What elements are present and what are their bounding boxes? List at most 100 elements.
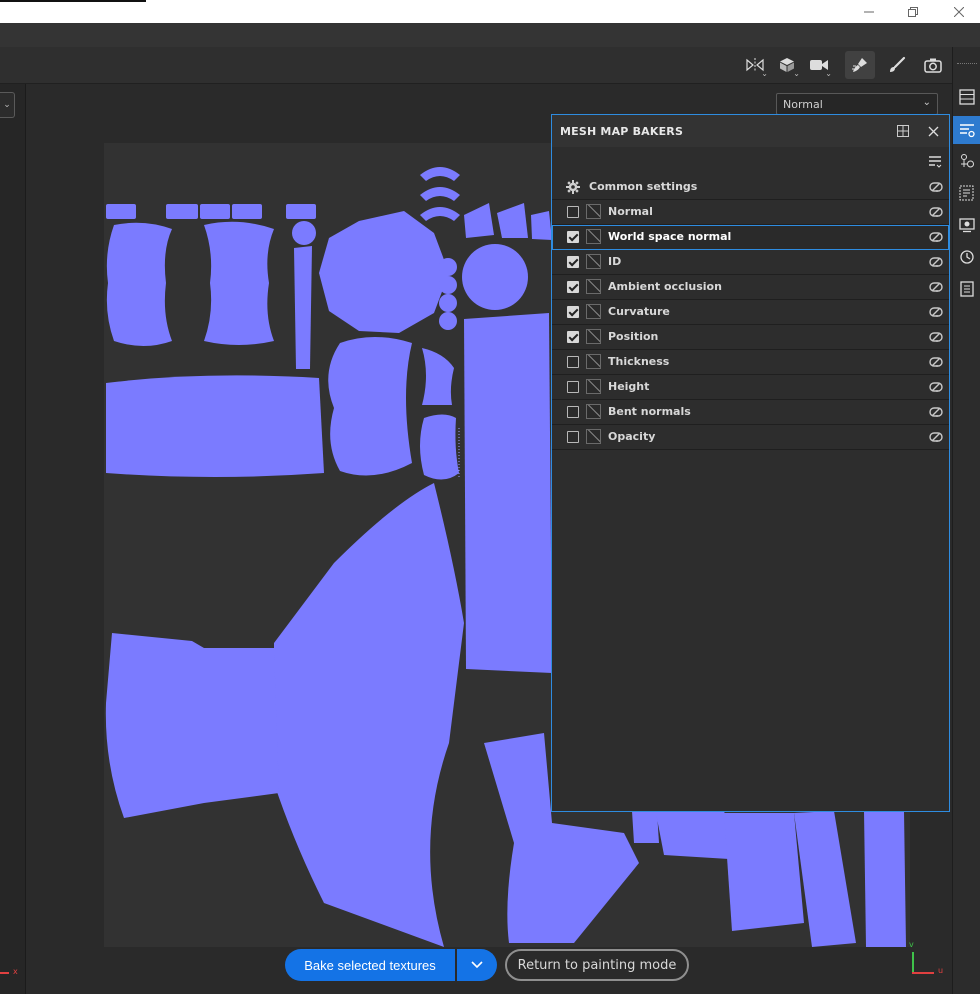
dock-grip[interactable] (957, 63, 977, 67)
window-title-bar (0, 0, 980, 23)
left-dropdown[interactable]: ⌄ (0, 92, 15, 118)
link-icon[interactable] (927, 378, 945, 396)
baker-thumbnail (586, 304, 601, 319)
baker-row[interactable]: Normal (552, 200, 949, 225)
symmetry-button[interactable]: ⌄ (740, 51, 770, 79)
baker-label: Normal (608, 205, 653, 218)
menu-bar (0, 23, 980, 48)
baker-row[interactable]: Opacity (552, 425, 949, 450)
baker-checkbox[interactable] (567, 356, 579, 368)
shader-tab[interactable] (953, 147, 980, 175)
return-to-painting-mode-button[interactable]: Return to painting mode (505, 949, 689, 981)
log-icon (960, 281, 974, 297)
baker-checkbox[interactable] (567, 331, 579, 343)
baker-thumbnail (586, 379, 601, 394)
right-dock-strip (952, 47, 980, 994)
axis-x-label: x (13, 967, 18, 976)
minimize-button[interactable] (846, 0, 892, 23)
baker-checkbox[interactable] (567, 431, 579, 443)
baker-checkbox[interactable] (567, 206, 579, 218)
screenshot-camera-icon (924, 58, 942, 73)
baker-thumbnail (586, 229, 601, 244)
link-icon[interactable] (927, 278, 945, 296)
display-icon (959, 218, 975, 233)
left-dock-panel (0, 84, 26, 994)
panel-menu-button[interactable] (926, 153, 944, 171)
chevron-down-icon: ⌄ (793, 69, 800, 78)
baker-thumbnail (586, 354, 601, 369)
paint-brush-icon (890, 56, 906, 72)
bakers-icon (960, 124, 975, 138)
undock-button[interactable] (894, 122, 912, 140)
baker-row[interactable]: Bent normals (552, 400, 949, 425)
link-icon[interactable] (927, 253, 945, 271)
bake-selected-textures-button[interactable]: Bake selected textures (285, 949, 455, 981)
restore-icon (908, 6, 918, 17)
baker-row[interactable]: Height (552, 375, 949, 400)
baker-checkbox[interactable] (567, 381, 579, 393)
link-icon[interactable] (927, 178, 945, 196)
link-icon[interactable] (927, 428, 945, 446)
baker-row[interactable]: Ambient occlusion (552, 275, 949, 300)
display-mode-button[interactable]: ⌄ (772, 51, 802, 79)
link-icon[interactable] (927, 203, 945, 221)
layers-tab[interactable] (953, 83, 980, 111)
baker-row[interactable]: World space normal (552, 225, 949, 250)
chevron-down-icon: ⌄ (825, 69, 832, 78)
baking-mode-button[interactable] (845, 51, 875, 79)
log-tab[interactable] (953, 275, 980, 303)
common-settings-row[interactable]: Common settings (552, 175, 949, 200)
bakers-tab[interactable] (953, 116, 980, 144)
baker-thumbnail (586, 404, 601, 419)
close-icon (954, 6, 964, 17)
link-icon[interactable] (927, 328, 945, 346)
chevron-down-icon: ⌄ (922, 97, 931, 108)
bake-button-group: Bake selected textures (285, 949, 497, 981)
baker-label: Height (608, 380, 650, 393)
baker-row[interactable]: Position (552, 325, 949, 350)
baker-label: Curvature (608, 305, 670, 318)
viewport-toolbar: ⌄ ⌄ ⌄ (0, 47, 952, 84)
layers-icon (959, 89, 975, 105)
baker-row[interactable]: Thickness (552, 350, 949, 375)
panel-title: MESH MAP BAKERS (560, 125, 684, 138)
axis-v-label: v (909, 940, 914, 949)
mesh-map-bakers-panel: MESH MAP BAKERS Common settings Normal Wo… (551, 114, 950, 812)
link-icon[interactable] (927, 403, 945, 421)
restore-button[interactable] (890, 0, 936, 23)
baker-thumbnail (586, 329, 601, 344)
baker-label: World space normal (608, 230, 732, 243)
minimize-icon (864, 11, 874, 12)
painting-mode-button[interactable] (882, 51, 912, 79)
channel-select[interactable]: Normal ⌄ (776, 93, 938, 115)
panel-close-button[interactable] (924, 122, 942, 140)
baker-row[interactable]: ID (552, 250, 949, 275)
link-icon[interactable] (927, 353, 945, 371)
bake-options-dropdown[interactable] (457, 949, 497, 981)
baker-checkbox[interactable] (567, 406, 579, 418)
properties-icon (959, 185, 974, 201)
baker-thumbnail (586, 254, 601, 269)
baker-thumbnail (586, 204, 601, 219)
axis-gizmo-left: x (0, 965, 22, 981)
display-settings-tab[interactable] (953, 211, 980, 239)
baker-thumbnail (586, 429, 601, 444)
properties-tab[interactable] (953, 179, 980, 207)
baker-thumbnail (586, 279, 601, 294)
screenshot-button[interactable] (918, 51, 948, 79)
channel-select-value: Normal (783, 98, 823, 111)
baker-checkbox[interactable] (567, 256, 579, 268)
baker-checkbox[interactable] (567, 306, 579, 318)
title-underline (0, 0, 146, 2)
history-tab[interactable] (953, 243, 980, 271)
list-menu-icon (929, 156, 942, 168)
baker-checkbox[interactable] (567, 281, 579, 293)
close-window-button[interactable] (936, 0, 980, 23)
baker-checkbox[interactable] (567, 231, 579, 243)
link-icon[interactable] (927, 228, 945, 246)
chevron-down-icon: ⌄ (761, 69, 768, 78)
camera-button[interactable]: ⌄ (804, 51, 834, 79)
baker-row[interactable]: Curvature (552, 300, 949, 325)
link-icon[interactable] (927, 303, 945, 321)
axis-u-label: u (938, 966, 944, 975)
